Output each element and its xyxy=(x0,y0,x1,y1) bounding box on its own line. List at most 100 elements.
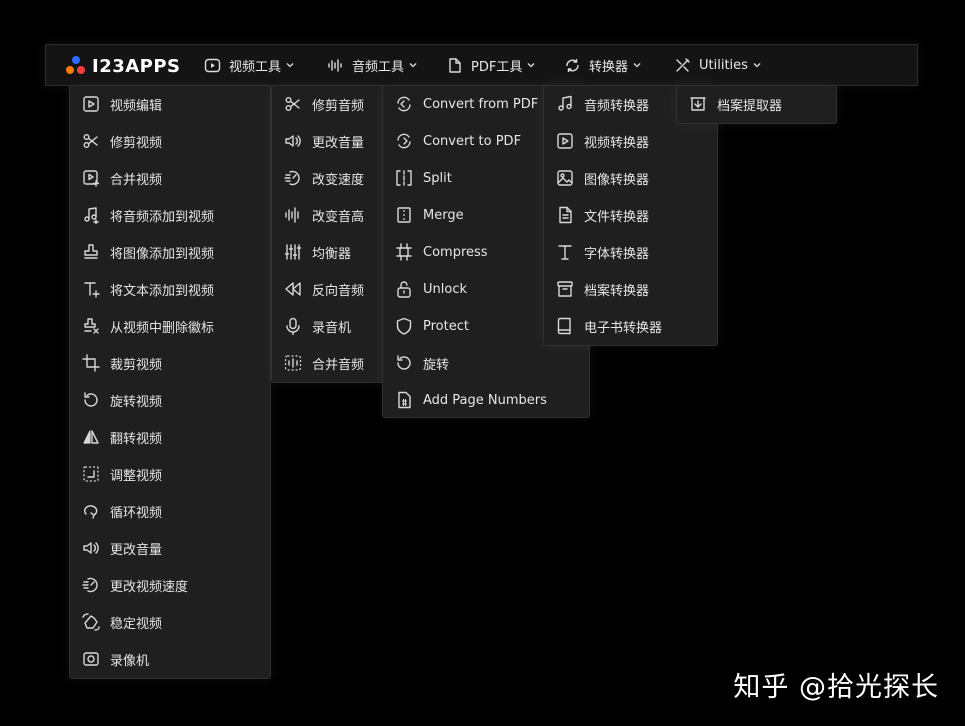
converter-item-3[interactable]: 文件转换器 xyxy=(544,197,717,234)
logo[interactable]: I23APPS xyxy=(66,55,181,77)
rotate-icon xyxy=(397,355,411,370)
converter-item-5[interactable]: 档案转换器 xyxy=(544,271,717,308)
audio-item-6-label: 录音机 xyxy=(312,321,352,336)
audio-tools-menu: 修剪音频更改音量改变速度改变音高均衡器反向音频录音机合并音频 xyxy=(271,85,383,383)
utilities-item-0-label: 档案提取器 xyxy=(717,99,783,114)
watermark-text: 知乎 @拾光探长 xyxy=(733,672,939,703)
video-item-7[interactable]: 裁剪视频 xyxy=(70,345,270,382)
stabilize-icon xyxy=(82,613,100,631)
audio-wave-icon xyxy=(285,207,299,223)
video-item-5-label: 将文本添加到视频 xyxy=(110,284,215,299)
converter-item-5-label: 档案转换器 xyxy=(584,284,650,299)
audio-item-1[interactable]: 更改音量 xyxy=(272,123,382,160)
audio-item-5[interactable]: 反向音频 xyxy=(272,271,382,308)
video-item-1-label: 修剪视频 xyxy=(110,136,163,151)
video-item-15-label: 录像机 xyxy=(110,654,150,669)
audio-item-6[interactable]: 录音机 xyxy=(272,308,382,345)
stamp-remove-icon xyxy=(84,318,99,334)
audio-item-0-label: 修剪音频 xyxy=(312,99,365,114)
video-item-10-label: 调整视频 xyxy=(110,469,163,484)
pdf-item-7-label: 旋转 xyxy=(423,358,450,373)
audio-item-7[interactable]: 合并音频 xyxy=(272,345,382,382)
video-item-14[interactable]: 稳定视频 xyxy=(70,604,270,641)
pdf-item-7[interactable]: 旋转 xyxy=(383,345,589,382)
utilities-menu: 档案提取器 xyxy=(676,85,837,124)
audio-item-4[interactable]: 均衡器 xyxy=(272,234,382,271)
pdf-item-8[interactable]: Add Page Numbers xyxy=(383,382,589,419)
video-item-4-label: 将图像添加到视频 xyxy=(110,247,215,262)
image-icon xyxy=(557,170,573,186)
stamp-icon xyxy=(84,244,98,259)
video-item-11[interactable]: 循环视频 xyxy=(70,493,270,530)
nav-utilities-label: Utilities xyxy=(699,57,748,73)
audio-wave-icon xyxy=(328,58,342,72)
ebook-icon xyxy=(557,317,571,335)
audio-item-4-label: 均衡器 xyxy=(312,247,352,262)
video-item-14-label: 稳定视频 xyxy=(110,617,163,632)
unlock-icon xyxy=(397,281,411,298)
archive-icon xyxy=(557,281,573,297)
nav-converters[interactable]: 转换器 xyxy=(564,45,642,85)
nav-video-tools[interactable]: 视频工具 xyxy=(204,45,295,85)
speed-icon xyxy=(284,170,300,186)
audio-item-0[interactable]: 修剪音频 xyxy=(272,86,382,123)
video-item-5[interactable]: 将文本添加到视频 xyxy=(70,271,270,308)
video-edit-icon xyxy=(83,96,99,112)
logo-dot-red-icon xyxy=(77,66,85,74)
file-icon xyxy=(449,57,461,73)
video-item-13-label: 更改视频速度 xyxy=(110,580,189,595)
nav-utilities[interactable]: Utilities xyxy=(674,45,762,85)
nav-pdf-tools[interactable]: PDF工具 xyxy=(446,45,536,85)
video-item-2[interactable]: 合并视频 xyxy=(70,160,270,197)
nav-audio-tools[interactable]: 音频工具 xyxy=(327,45,418,85)
shield-icon xyxy=(396,317,412,335)
equalizer-icon xyxy=(284,244,302,260)
camera-icon xyxy=(83,652,99,666)
audio-item-2[interactable]: 改变速度 xyxy=(272,160,382,197)
audio-item-2-label: 改变速度 xyxy=(312,173,365,188)
converter-item-4[interactable]: 字体转换器 xyxy=(544,234,717,271)
nav-audio-tools-label: 音频工具 xyxy=(352,59,405,75)
archive-extract-icon xyxy=(690,97,706,111)
video-item-10[interactable]: 调整视频 xyxy=(70,456,270,493)
top-navbar: I23APPS 视频工具 音频工具 PDF工具 转换器 Utilities xyxy=(45,44,918,86)
video-item-0[interactable]: 视频编辑 xyxy=(70,86,270,123)
converter-item-3-label: 文件转换器 xyxy=(584,210,650,225)
video-item-4[interactable]: 将图像添加到视频 xyxy=(70,234,270,271)
compress-icon xyxy=(396,243,412,261)
video-tools-menu: 视频编辑修剪视频合并视频将音频添加到视频将图像添加到视频 将文本添加到视频从视频中… xyxy=(69,85,271,679)
scissors-icon xyxy=(285,97,300,111)
play-circle-icon xyxy=(204,58,221,72)
converter-item-1[interactable]: 视频转换器 xyxy=(544,123,717,160)
convert-to-icon xyxy=(397,133,411,149)
chevron-down-icon xyxy=(286,63,294,68)
converters-menu: 音频转换器视频转换器图像转换器文件转换器字体转换器档案转换器电子书转换器 xyxy=(543,85,718,346)
pdf-item-5-label: Unlock xyxy=(423,282,467,297)
video-item-15[interactable]: 录像机 xyxy=(70,641,270,678)
video-item-9[interactable]: 翻转视频 xyxy=(70,419,270,456)
merge-audio-icon xyxy=(284,355,302,371)
video-item-8[interactable]: 旋转视频 xyxy=(70,382,270,419)
pdf-item-6-label: Protect xyxy=(423,319,469,334)
converter-item-2[interactable]: 图像转换器 xyxy=(544,160,717,197)
logo-dot-orange-icon xyxy=(66,66,74,74)
chevron-down-icon xyxy=(633,63,641,68)
converter-item-6-label: 电子书转换器 xyxy=(584,321,663,336)
video-item-13[interactable]: 更改视频速度 xyxy=(70,567,270,604)
audio-item-3[interactable]: 改变音高 xyxy=(272,197,382,234)
utilities-item-0[interactable]: 档案提取器 xyxy=(677,86,836,123)
video-item-12[interactable]: 更改音量 xyxy=(70,530,270,567)
microphone-icon xyxy=(286,317,300,335)
nav-video-tools-label: 视频工具 xyxy=(229,59,282,75)
video-item-3[interactable]: 将音频添加到视频 xyxy=(70,197,270,234)
converter-item-1-label: 视频转换器 xyxy=(584,136,650,151)
convert-from-icon xyxy=(397,96,411,112)
pdf-item-0-label: Convert from PDF xyxy=(423,97,539,112)
converter-item-6[interactable]: 电子书转换器 xyxy=(544,308,717,345)
flip-icon xyxy=(83,430,99,444)
video-item-6[interactable]: 从视频中删除徽标 xyxy=(70,308,270,345)
video-item-2-label: 合并视频 xyxy=(110,173,163,188)
split-icon xyxy=(396,170,412,186)
converter-item-0-label: 音频转换器 xyxy=(584,99,650,114)
video-item-1[interactable]: 修剪视频 xyxy=(70,123,270,160)
